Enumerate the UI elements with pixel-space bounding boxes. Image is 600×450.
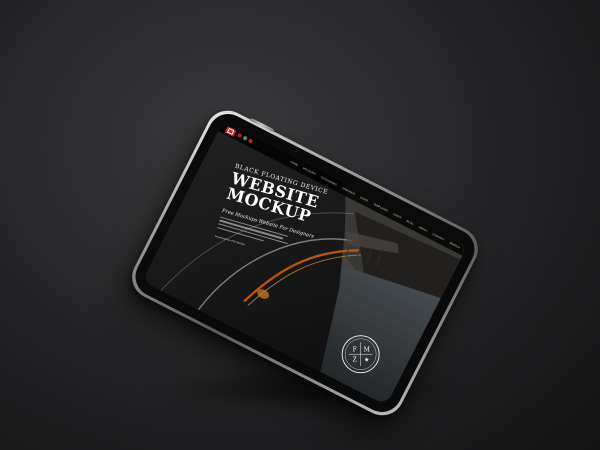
brand-dots (237, 132, 254, 144)
nav-item-about[interactable]: ABOUT (418, 225, 428, 232)
nav-item-templates[interactable]: TEMPLATES (373, 202, 389, 212)
nav-item-search[interactable]: SEARCH (449, 241, 461, 249)
emblem-letter-z: Z (353, 357, 357, 364)
nav-item-blog[interactable]: BLOG (406, 219, 414, 225)
emblem-letter-m: M (364, 347, 370, 354)
emblem-letter-f: F (353, 347, 357, 354)
star-icon: ★ (364, 357, 369, 364)
tablet-bezel: HOME MOCKUPS CATEGORIES GRAPHICS ICONS T… (128, 107, 482, 419)
logo-mark-icon[interactable] (224, 125, 237, 137)
tablet-screen: HOME MOCKUPS CATEGORIES GRAPHICS ICONS T… (142, 120, 468, 406)
nav-item-home[interactable]: HOME (290, 160, 299, 166)
nav-item-mockups[interactable]: MOCKUPS (303, 167, 317, 176)
nav-item-graphics[interactable]: GRAPHICS (342, 186, 356, 195)
nav-item-fonts[interactable]: FONTS (393, 212, 403, 219)
nav-item-contact[interactable]: CONTACT (432, 232, 445, 241)
nav-item-categories[interactable]: CATEGORIES (320, 176, 337, 187)
nav-item-icons[interactable]: ICONS (360, 196, 369, 203)
fmz-emblem: F M Z ★ (341, 334, 381, 374)
tablet-device: HOME MOCKUPS CATEGORIES GRAPHICS ICONS T… (124, 103, 486, 423)
